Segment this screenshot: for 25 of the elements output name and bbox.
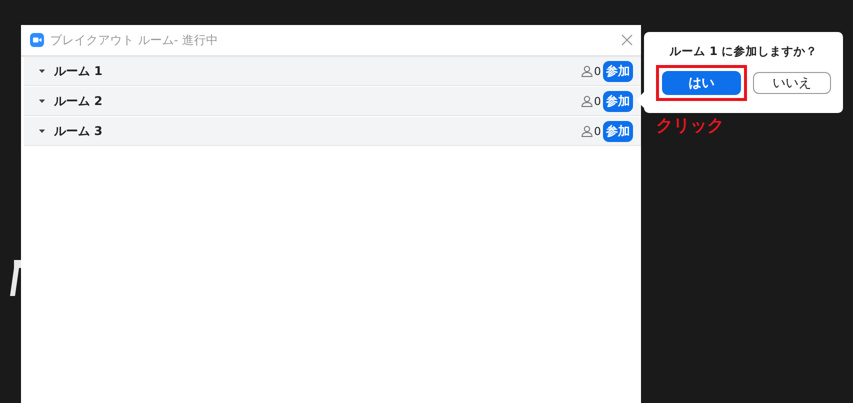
join-button[interactable]: 参加 <box>603 90 633 112</box>
room-row[interactable]: ルーム 2 0 参加 <box>24 87 641 115</box>
window-title: ブレイクアウト ルーム- 進行中 <box>50 32 219 48</box>
room-row[interactable]: ルーム 3 0 参加 <box>24 117 641 145</box>
yes-button[interactable]: はい <box>662 71 741 95</box>
person-icon <box>581 125 593 137</box>
room-name: ルーム 1 <box>54 62 104 80</box>
participant-count: 0 <box>594 124 601 138</box>
person-icon <box>581 65 593 77</box>
participant-count: 0 <box>594 64 601 78</box>
annotation-label: クリック <box>656 115 724 137</box>
video-camera-icon <box>30 33 44 47</box>
join-button[interactable]: 参加 <box>603 120 633 142</box>
confirm-question: ルーム 1 に参加しますか？ <box>669 44 818 59</box>
room-row[interactable]: ルーム 1 0 参加 <box>24 57 641 85</box>
room-name: ルーム 3 <box>54 122 104 140</box>
participant-count: 0 <box>594 94 601 108</box>
caret-icon[interactable] <box>38 127 46 135</box>
person-icon <box>581 95 593 107</box>
join-button[interactable]: 参加 <box>603 60 633 82</box>
room-name: ルーム 2 <box>54 92 104 110</box>
caret-icon[interactable] <box>38 67 46 75</box>
no-button[interactable]: いいえ <box>753 72 831 94</box>
close-icon[interactable] <box>621 34 633 46</box>
caret-icon[interactable] <box>38 97 46 105</box>
